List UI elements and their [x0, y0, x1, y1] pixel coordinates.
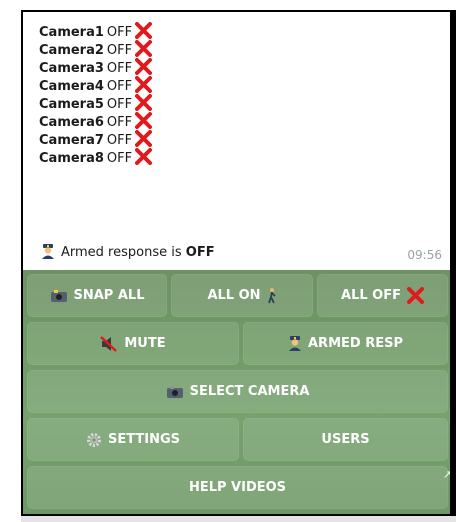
camera-name: Camera7 [39, 133, 104, 148]
mute-button[interactable]: MUTE [27, 322, 239, 365]
camera-name: Camera4 [39, 79, 104, 94]
camera-state: OFF [106, 79, 133, 94]
camera-name: Camera8 [39, 151, 104, 166]
help-videos-button[interactable]: HELP VIDEOS [27, 466, 448, 509]
all-off-button[interactable]: ALL OFF [317, 274, 448, 317]
armed-response-state: OFF [185, 245, 215, 260]
camera-name: Camera3 [39, 61, 104, 76]
gear-icon [86, 432, 102, 448]
camera-name: Camera6 [39, 115, 104, 130]
users-label: USERS [321, 432, 370, 447]
message-timestamp: 09:56 [407, 248, 442, 262]
guard-icon [41, 244, 55, 259]
bottom-shadow [21, 516, 456, 522]
bot-message: Camera1 OFF Camera2 OFF Camera3 OFF Camera4… [23, 12, 456, 270]
settings-button[interactable]: SETTINGS [27, 418, 239, 461]
camera-state: OFF [106, 25, 133, 40]
camera-state: OFF [106, 61, 133, 76]
walking-person-icon [267, 287, 277, 304]
armed-resp-button[interactable]: ARMED RESP [243, 322, 448, 365]
select-camera-label: SELECT CAMERA [189, 384, 310, 399]
camera-state: OFF [106, 151, 133, 166]
camera-state: OFF [106, 115, 133, 130]
all-on-label: ALL ON [207, 288, 261, 303]
snap-all-button[interactable]: SNAP ALL [27, 274, 167, 317]
all-off-label: ALL OFF [341, 288, 401, 303]
armed-response-status: Armed response is OFF [41, 244, 215, 260]
camera-state: OFF [106, 43, 133, 58]
armed-response-text: Armed response is [61, 245, 182, 260]
camera-name: Camera2 [39, 43, 104, 58]
reply-keyboard: SNAP ALL ALL ON ALL OFF MUTE ARMED RESP … [23, 270, 456, 514]
camera-name: Camera1 [39, 25, 104, 40]
cross-icon [406, 287, 424, 304]
camera-icon [166, 385, 184, 399]
camera-flash-icon [50, 289, 68, 303]
all-on-button[interactable]: ALL ON [171, 274, 313, 317]
camera-name: Camera5 [39, 97, 104, 112]
users-button[interactable]: USERS [243, 418, 448, 461]
window-edge [450, 12, 456, 514]
snap-all-label: SNAP ALL [73, 288, 145, 303]
mute-label: MUTE [124, 336, 166, 351]
cross-icon [135, 148, 153, 171]
muted-speaker-icon [100, 335, 118, 352]
camera-state: OFF [106, 133, 133, 148]
help-videos-label: HELP VIDEOS [188, 480, 287, 495]
camera-status-line: Camera8 OFF [39, 148, 153, 171]
settings-label: SETTINGS [107, 432, 181, 447]
camera-state: OFF [106, 97, 133, 112]
select-camera-button[interactable]: SELECT CAMERA [27, 370, 448, 413]
armed-resp-label: ARMED RESP [308, 336, 403, 351]
guard-icon [288, 336, 302, 351]
chat-window: Camera1 OFF Camera2 OFF Camera3 OFF Camera4… [21, 10, 456, 516]
